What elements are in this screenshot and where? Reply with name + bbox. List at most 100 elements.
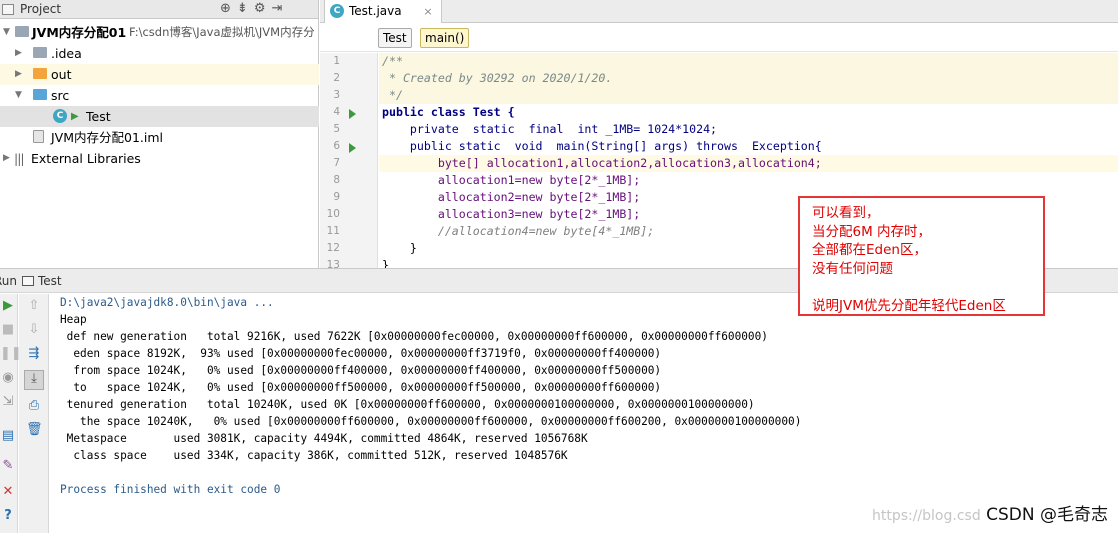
console-line: Heap bbox=[60, 313, 87, 326]
library-icon: ||| bbox=[14, 151, 25, 166]
code-line: allocation1=new byte[2*_1MB]; bbox=[382, 173, 641, 187]
rerun-icon[interactable]: ▶ bbox=[0, 298, 16, 314]
watermark-url: https://blog.csd bbox=[871, 508, 981, 524]
line-number: 10 bbox=[326, 208, 340, 220]
project-panel-header: Project ⊕ ⇟ ⚙ ⇥ bbox=[0, 0, 318, 19]
layout-icon[interactable]: ▤ bbox=[0, 428, 16, 444]
annotation-line: 说明JVM优先分配年轻代Eden区 bbox=[812, 297, 1006, 314]
chevron-down-icon[interactable]: ▼ bbox=[15, 85, 22, 106]
trash-icon[interactable]: 🗑 bbox=[26, 422, 43, 438]
tree-item-idea[interactable]: ▶ .idea bbox=[0, 43, 319, 64]
module-file-icon bbox=[33, 130, 44, 143]
print-icon[interactable]: ⎙ bbox=[26, 398, 42, 414]
console-output[interactable]: D:\java2\javajdk8.0\bin\java ... Heap de… bbox=[50, 294, 1118, 533]
annotation-line bbox=[812, 278, 1043, 297]
chevron-right-icon[interactable]: ▶ bbox=[15, 43, 22, 64]
annotation-line: 当分配6M 内存时， bbox=[812, 223, 932, 240]
line-number: 2 bbox=[333, 72, 340, 84]
tree-item-label: External Libraries bbox=[31, 151, 141, 166]
run-toolbar-right: ⇧ ⇩ ⇶ ⤓ ⎙ 🗑 bbox=[19, 294, 49, 533]
console-line: eden space 8192K, 93% used [0x00000000fe… bbox=[60, 347, 662, 360]
run-tab-label[interactable]: Test bbox=[38, 274, 62, 288]
project-panel-title[interactable]: Project bbox=[20, 2, 61, 16]
stop-icon[interactable]: ■ bbox=[0, 322, 16, 338]
tree-item-src[interactable]: ▼ src bbox=[0, 85, 319, 106]
run-config-icon: ▶ bbox=[71, 111, 79, 122]
annotation-line: 可以看到， bbox=[812, 205, 880, 221]
console-line-command: D:\java2\javajdk8.0\bin\java ... bbox=[60, 296, 274, 309]
tree-item-project-root[interactable]: ▼ JVM内存分配01 F:\csdn博客\Java虚拟机\JVM内存分 bbox=[0, 22, 319, 43]
code-line: public static void main(String[] args) t… bbox=[382, 139, 822, 153]
dump-threads-icon[interactable]: ◉ bbox=[0, 370, 16, 386]
project-icon bbox=[2, 4, 14, 15]
console-line: to space 1024K, 0% used [0x00000000ff500… bbox=[60, 381, 662, 394]
hide-icon[interactable]: ⇥ bbox=[271, 1, 282, 16]
tree-item-external-libraries[interactable]: ▶ ||| External Libraries bbox=[0, 148, 319, 169]
tree-item-test[interactable]: C ▶ Test bbox=[0, 106, 319, 127]
tree-item-label: src bbox=[51, 88, 70, 103]
annotation-box: 可以看到， 当分配6M 内存时， 全部都在Eden区， 没有任何问题 说明JVM… bbox=[798, 196, 1045, 316]
java-class-icon: C bbox=[53, 109, 67, 123]
folder-icon bbox=[33, 68, 47, 79]
tree-item-label: JVM内存分配01.iml bbox=[51, 130, 164, 145]
console-line-exit: Process finished with exit code 0 bbox=[60, 483, 281, 496]
exit-icon[interactable]: ⇲ bbox=[0, 394, 16, 410]
tab-test-java[interactable]: C Test.java × bbox=[324, 0, 442, 23]
help-icon[interactable]: ? bbox=[0, 508, 16, 524]
console-line: tenured generation total 10240K, used 0K… bbox=[60, 398, 755, 411]
chevron-right-icon[interactable]: ▶ bbox=[15, 64, 22, 85]
line-number: 6 bbox=[333, 140, 340, 152]
line-number: 9 bbox=[333, 191, 340, 203]
line-number: 3 bbox=[333, 89, 340, 101]
run-tab-icon bbox=[22, 276, 34, 286]
breadcrumb-method[interactable]: main() bbox=[420, 28, 470, 48]
run-panel-label[interactable]: Run bbox=[0, 274, 17, 288]
console-line: Metaspace used 3081K, capacity 4494K, co… bbox=[60, 432, 588, 445]
tree-item-iml[interactable]: JVM内存分配01.iml bbox=[0, 127, 319, 148]
breadcrumb: Test main() bbox=[320, 24, 1118, 52]
source-folder-icon bbox=[33, 89, 47, 100]
pause-icon[interactable]: ❚❚ bbox=[0, 346, 22, 362]
console-line: class space used 334K, capacity 386K, co… bbox=[60, 449, 568, 462]
folder-icon bbox=[33, 47, 47, 58]
code-line: */ bbox=[379, 87, 1118, 104]
project-root-label: JVM内存分配01 bbox=[32, 25, 127, 40]
code-line: /** bbox=[379, 53, 1118, 70]
up-arrow-icon[interactable]: ⇧ bbox=[26, 298, 42, 314]
java-class-icon: C bbox=[330, 4, 344, 18]
scroll-to-end-icon[interactable]: ⤓ bbox=[24, 370, 44, 390]
run-method-icon[interactable] bbox=[349, 143, 356, 153]
run-class-icon[interactable] bbox=[349, 109, 356, 119]
line-number: 7 bbox=[333, 157, 340, 169]
gear-icon[interactable]: ⚙ bbox=[254, 1, 266, 16]
chevron-right-icon[interactable]: ▶ bbox=[3, 148, 10, 169]
chevron-down-icon[interactable]: ▼ bbox=[3, 22, 10, 43]
annotation-line: 没有任何问题 bbox=[812, 260, 893, 277]
line-number: 8 bbox=[333, 174, 340, 186]
console-line: from space 1024K, 0% used [0x00000000ff4… bbox=[60, 364, 662, 377]
breadcrumb-class[interactable]: Test bbox=[378, 28, 412, 48]
project-root-path: F:\csdn博客\Java虚拟机\JVM内存分 bbox=[129, 25, 315, 39]
line-number: 5 bbox=[333, 123, 340, 135]
pin-icon[interactable]: ✎ bbox=[0, 458, 16, 474]
annotation-line: 全部都在Eden区， bbox=[812, 242, 927, 259]
line-number: 12 bbox=[326, 242, 340, 254]
code-line-current: byte[] allocation1,allocation2,allocatio… bbox=[379, 155, 1118, 172]
line-number: 11 bbox=[326, 225, 340, 237]
watermark-text: CSDN @毛奇志 bbox=[986, 505, 1108, 525]
tree-item-label: Test bbox=[86, 109, 111, 124]
down-arrow-icon[interactable]: ⇩ bbox=[26, 322, 42, 338]
close-icon[interactable]: × bbox=[423, 5, 432, 18]
tree-item-out[interactable]: ▶ out bbox=[0, 64, 319, 85]
console-line: the space 10240K, 0% used [0x00000000ff6… bbox=[60, 415, 802, 428]
tree-item-label: out bbox=[51, 67, 72, 82]
code-line: public class Test { bbox=[382, 105, 515, 119]
line-number: 1 bbox=[333, 55, 340, 67]
soft-wrap-icon[interactable]: ⇶ bbox=[26, 346, 42, 362]
code-line: * Created by 30292 on 2020/1/20. bbox=[379, 70, 1118, 87]
watermark: https://blog.csd CSDN @毛奇志 bbox=[872, 500, 1108, 525]
close-icon[interactable]: ✕ bbox=[0, 484, 16, 500]
collapse-icon[interactable]: ⇟ bbox=[237, 1, 248, 16]
run-toolbar-left: ▶ ■ ❚❚ ◉ ⇲ ▤ ✎ ✕ ? bbox=[0, 294, 22, 533]
locate-icon[interactable]: ⊕ bbox=[220, 1, 231, 16]
